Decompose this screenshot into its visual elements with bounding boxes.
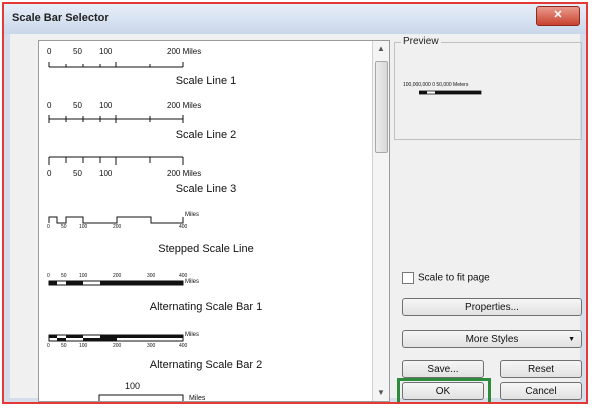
scroll-down-icon[interactable]: ▼ bbox=[373, 385, 389, 401]
ok-button[interactable]: OK bbox=[402, 382, 484, 400]
scale-to-fit-row[interactable]: Scale to fit page bbox=[402, 272, 490, 284]
tick-label: 100 bbox=[99, 101, 113, 110]
tick-label: 0 bbox=[47, 169, 52, 178]
tick-label: 0 bbox=[47, 47, 52, 56]
tick-label: 50 bbox=[61, 224, 67, 230]
tick-label: 300 bbox=[147, 343, 156, 349]
scale-to-fit-label: Scale to fit page bbox=[418, 272, 490, 284]
reset-button-label: Reset bbox=[527, 364, 555, 375]
properties-button-label: Properties... bbox=[465, 302, 519, 313]
more-styles-button[interactable]: More Styles ▼ bbox=[402, 330, 582, 348]
tick-label: 0 bbox=[47, 224, 50, 230]
list-item-label: Scale Line 1 bbox=[175, 75, 237, 87]
cancel-button-label: Cancel bbox=[525, 386, 557, 397]
list-scrollbar[interactable]: ▲ ▼ bbox=[372, 41, 389, 401]
dialog-body: 0 50 100 200 Miles Scale Line 1 0 50 100 bbox=[10, 34, 582, 402]
window-title: Scale Bar Selector bbox=[12, 12, 109, 24]
list-item-scale-line-1[interactable]: 0 50 100 200 Miles Scale Line 1 bbox=[39, 45, 373, 89]
tick-label: 400 bbox=[179, 343, 188, 349]
list-item-alternating-scale-bar-1[interactable]: 0 50 100 200 300 400 Miles Alternating S… bbox=[39, 269, 373, 317]
scroll-thumb[interactable] bbox=[375, 61, 388, 153]
tick-label: 50 bbox=[73, 47, 82, 56]
save-button[interactable]: Save... bbox=[402, 360, 484, 378]
tick-label: 100 bbox=[79, 224, 88, 230]
tick-label: 0 bbox=[47, 101, 52, 110]
scale-to-fit-checkbox[interactable] bbox=[402, 272, 414, 284]
tick-label: 100 bbox=[79, 343, 88, 349]
more-styles-button-label: More Styles bbox=[465, 334, 519, 345]
preview-title: Preview bbox=[401, 36, 441, 47]
scale-bar-style-list[interactable]: 0 50 100 200 Miles Scale Line 1 0 50 100 bbox=[38, 40, 390, 402]
scroll-up-icon[interactable]: ▲ bbox=[373, 41, 389, 57]
list-item-label: Alternating Scale Bar 1 bbox=[149, 301, 263, 313]
close-icon: ✕ bbox=[553, 9, 563, 21]
close-button[interactable]: ✕ bbox=[536, 6, 580, 26]
list-item-label: Alternating Scale Bar 2 bbox=[149, 359, 263, 371]
properties-button[interactable]: Properties... bbox=[402, 298, 582, 316]
preview-scale-bar bbox=[419, 90, 482, 95]
tick-label: 100 bbox=[99, 169, 113, 178]
dialog-window: Scale Bar Selector ✕ 0 50 100 200 Miles … bbox=[2, 2, 588, 404]
list-item-scale-line-2[interactable]: 0 50 100 200 Miles Scale Line 2 bbox=[39, 99, 373, 143]
ok-button-label: OK bbox=[435, 386, 451, 397]
tick-label: 50 bbox=[61, 343, 67, 349]
tick-label: 200 bbox=[113, 224, 122, 230]
unit-label: Miles bbox=[185, 212, 200, 218]
unit-label: Miles bbox=[185, 279, 200, 285]
scale-line-graphic bbox=[48, 156, 184, 165]
scale-line-graphic bbox=[48, 115, 184, 123]
list-item-label: Scale Line 3 bbox=[175, 183, 237, 195]
list-item-scale-line-3[interactable]: 0 50 100 200 Miles Scale Line 3 bbox=[39, 153, 373, 199]
preview-group: Preview 100,000,000 0 50,000 Meters bbox=[394, 36, 582, 140]
tick-label: 50 bbox=[73, 169, 82, 178]
preview-scale-text: 100,000,000 0 50,000 Meters bbox=[403, 82, 469, 88]
tick-label: 200 bbox=[113, 343, 122, 349]
tick-label: 200 Miles bbox=[167, 47, 202, 56]
scale-line-graphic bbox=[48, 62, 184, 68]
tick-label: 50 bbox=[73, 101, 82, 110]
list-item-label: Stepped Scale Line bbox=[158, 243, 254, 255]
tick-label: 200 Miles bbox=[167, 101, 202, 110]
list-item-partial[interactable]: 100 Miles bbox=[39, 381, 373, 402]
list-item-stepped-scale-line[interactable]: Miles 0 50 100 200 400 Stepped Scale Lin… bbox=[39, 211, 373, 259]
tick-label: 100 bbox=[99, 47, 113, 56]
tick-label: 100 bbox=[125, 381, 141, 391]
save-button-label: Save... bbox=[427, 364, 459, 375]
list-item-alternating-scale-bar-2[interactable]: Miles 0 50 100 200 300 400 Alternating S… bbox=[39, 327, 373, 375]
reset-button[interactable]: Reset bbox=[500, 360, 582, 378]
unit-label: Miles bbox=[189, 395, 206, 402]
dropdown-arrow-icon: ▼ bbox=[568, 336, 575, 343]
cancel-button[interactable]: Cancel bbox=[500, 382, 582, 400]
list-item-label: Scale Line 2 bbox=[175, 129, 237, 141]
tick-label: 0 bbox=[47, 343, 50, 349]
unit-label: Miles bbox=[185, 332, 200, 338]
title-bar: Scale Bar Selector ✕ bbox=[4, 4, 586, 34]
tick-label: 400 bbox=[179, 224, 188, 230]
tick-label: 200 Miles bbox=[167, 169, 202, 178]
